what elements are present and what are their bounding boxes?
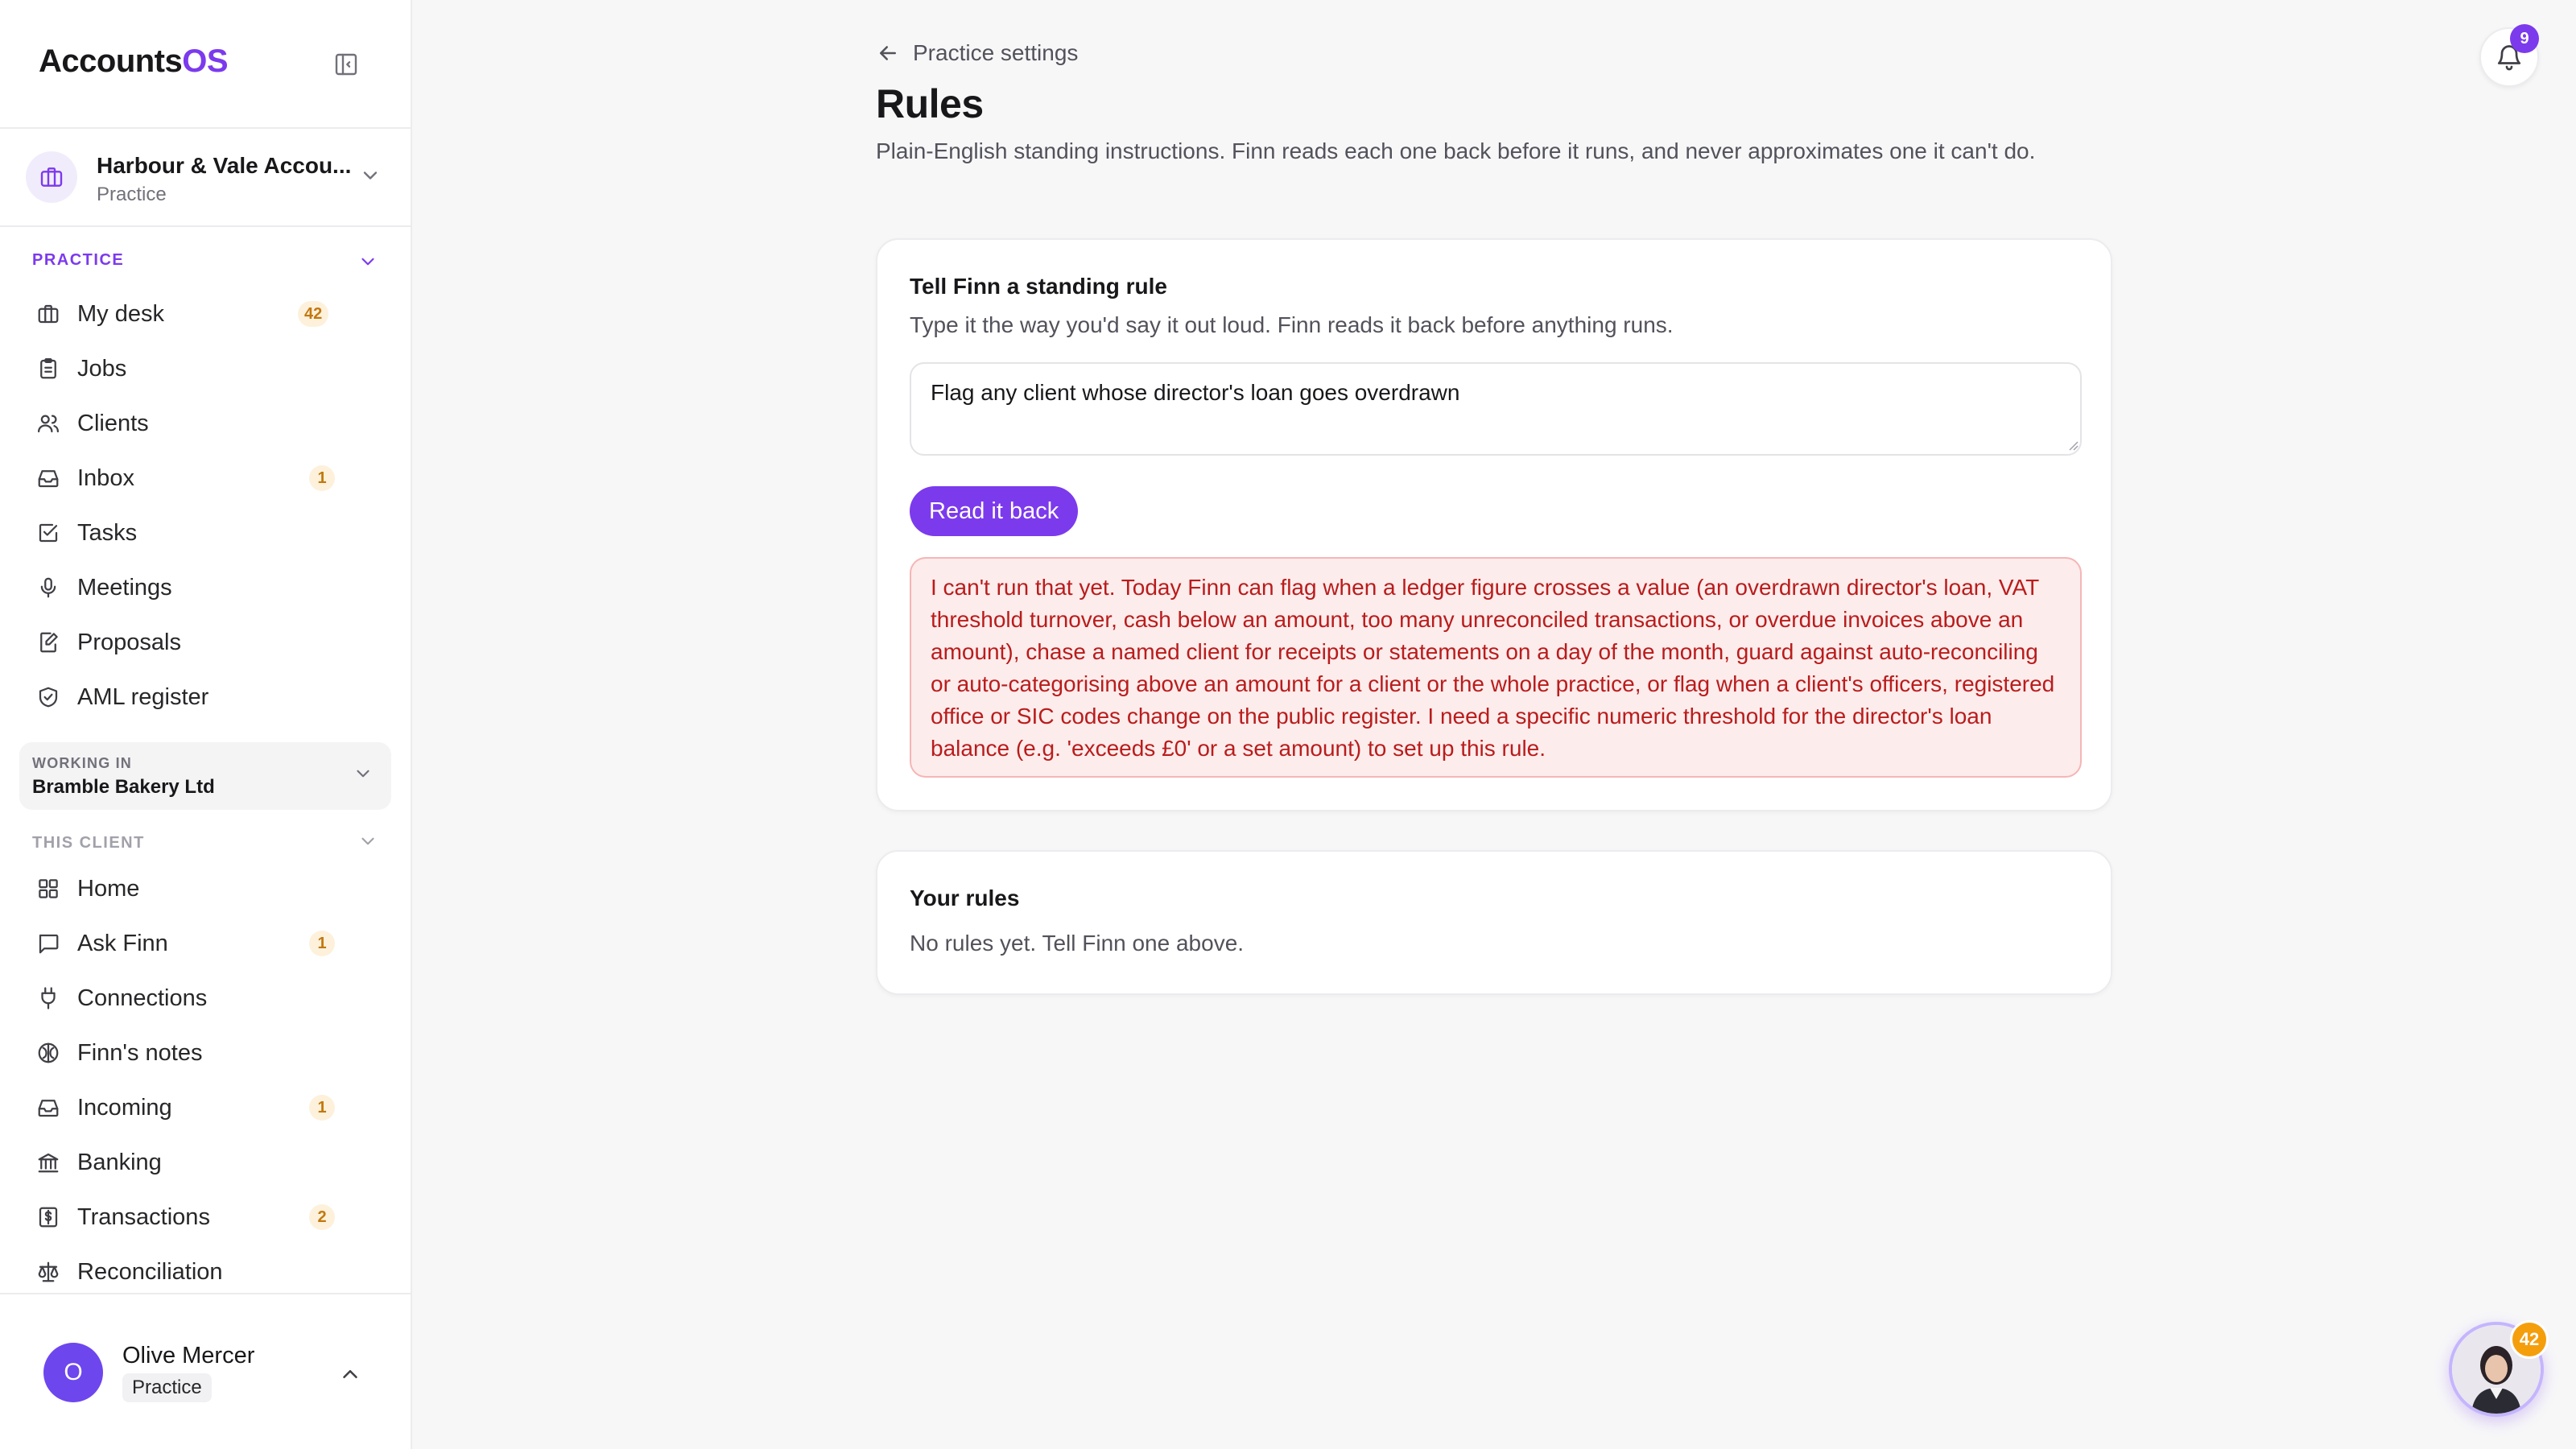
sidebar-item-label: My desk [77, 301, 164, 327]
plug-icon [35, 985, 61, 1011]
brand-name: Accounts [39, 43, 183, 79]
inbox-icon [35, 465, 61, 491]
briefcase-icon [35, 301, 61, 327]
chevron-down-icon [363, 171, 378, 180]
count-badge: 1 [309, 931, 335, 956]
page-description: Plain-English standing instructions. Fin… [876, 138, 2036, 163]
sidebar-item-label: Tasks [77, 520, 138, 546]
back-to-practice-settings-link[interactable]: Practice settings [876, 40, 1078, 66]
sidebar-item-aml-register[interactable]: AML register [19, 671, 390, 723]
sidebar-item-label: Banking [77, 1150, 162, 1175]
shield-check-icon [35, 684, 61, 710]
sidebar-item-label: Proposals [77, 630, 181, 655]
assistant-count-badge: 42 [2510, 1320, 2549, 1359]
sidebar-item-inbox[interactable]: Inbox 1 [19, 452, 390, 504]
edit-document-icon [35, 630, 61, 655]
sidebar-item-label: Meetings [77, 575, 172, 601]
sidebar-item-clients[interactable]: Clients [19, 398, 390, 449]
sidebar-item-label: Clients [77, 411, 149, 436]
sidebar-item-jobs[interactable]: Jobs [19, 343, 390, 394]
sidebar-item-label: Transactions [77, 1204, 210, 1230]
practice-name: Harbour & Vale Accou... [97, 153, 352, 178]
section-this-client-heading: THIS CLIENT [32, 834, 145, 852]
rule-input[interactable]: Flag any client whose director's loan go… [910, 362, 2082, 456]
your-rules-card: Your rules No rules yet. Tell Finn one a… [876, 850, 2112, 995]
working-in-client-selector[interactable]: WORKING IN Bramble Bakery Ltd [19, 742, 391, 810]
bank-icon [35, 1150, 61, 1175]
standing-rule-card: Tell Finn a standing rule Type it the wa… [876, 238, 2112, 811]
sidebar-item-label: Incoming [77, 1095, 172, 1121]
sidebar-item-proposals[interactable]: Proposals [19, 617, 390, 668]
sidebar-item-meetings[interactable]: Meetings [19, 562, 390, 613]
brand-row: AccountsOS [0, 0, 411, 129]
section-practice-heading: PRACTICE [32, 251, 125, 269]
chevron-up-icon [343, 1370, 357, 1378]
user-account-menu[interactable]: O Olive Mercer Practice [0, 1293, 411, 1449]
brand-suffix: OS [182, 43, 229, 79]
sidebar-item-banking[interactable]: Banking [19, 1137, 390, 1188]
practice-switcher[interactable]: Harbour & Vale Accou... Practice [0, 130, 411, 227]
card-subtitle: Type it the way you'd say it out loud. F… [910, 312, 1674, 337]
grid-icon [35, 876, 61, 902]
receipt-icon [35, 1204, 61, 1230]
sidebar-item-label: AML register [77, 684, 209, 710]
scale-icon [35, 1259, 61, 1285]
back-link-label: Practice settings [913, 40, 1079, 65]
count-badge: 1 [309, 465, 335, 491]
sidebar-toggle-icon [335, 53, 357, 76]
card-title: Tell Finn a standing rule [910, 274, 1167, 299]
read-it-back-button[interactable]: Read it back [910, 486, 1079, 536]
user-name: Olive Mercer [122, 1343, 255, 1368]
sidebar-item-connections[interactable]: Connections [19, 972, 390, 1024]
notification-count-badge: 9 [2510, 24, 2539, 53]
count-badge: 1 [309, 1095, 335, 1121]
sidebar-item-label: Finn's notes [77, 1040, 203, 1066]
card-title: Your rules [910, 886, 1020, 910]
sidebar: AccountsOS Harbour & Vale Accou... Pract… [0, 0, 412, 1449]
resize-handle-icon[interactable] [2067, 440, 2079, 451]
chat-icon [35, 931, 61, 956]
chevron-down-icon [357, 770, 369, 778]
sidebar-item-reconciliation[interactable]: Reconciliation [19, 1246, 390, 1298]
sidebar-collapse-button[interactable] [328, 47, 364, 82]
sidebar-item-label: Jobs [77, 356, 127, 382]
brain-icon [35, 1040, 61, 1066]
sidebar-item-ask-finn[interactable]: Ask Finn 1 [19, 918, 390, 969]
avatar: O [43, 1343, 103, 1402]
empty-state-text: No rules yet. Tell Finn one above. [910, 931, 1245, 956]
sidebar-item-label: Inbox [77, 465, 134, 491]
sidebar-item-transactions[interactable]: Transactions 2 [19, 1191, 390, 1243]
count-badge: 42 [298, 301, 329, 327]
page-title: Rules [876, 81, 984, 126]
sidebar-item-incoming[interactable]: Incoming 1 [19, 1082, 390, 1133]
users-icon [35, 411, 61, 436]
inbox-icon [35, 1095, 61, 1121]
chevron-down-icon[interactable] [357, 251, 378, 272]
working-in-client-name: Bramble Bakery Ltd [32, 776, 215, 798]
chevron-down-icon[interactable] [357, 831, 378, 852]
practice-icon [26, 151, 77, 203]
sidebar-item-finns-notes[interactable]: Finn's notes [19, 1027, 390, 1079]
checkbox-icon [35, 520, 61, 546]
microphone-icon [35, 575, 61, 601]
sidebar-item-label: Connections [77, 985, 208, 1011]
building-briefcase-icon [40, 167, 63, 187]
sidebar-item-home[interactable]: Home [19, 863, 390, 914]
arrow-left-icon [880, 46, 896, 60]
sidebar-item-label: Home [77, 876, 140, 902]
sidebar-item-label: Reconciliation [77, 1259, 223, 1285]
sidebar-item-my-desk[interactable]: My desk 42 [19, 288, 390, 340]
user-role-badge: Practice [122, 1373, 212, 1402]
practice-subtitle: Practice [97, 184, 167, 205]
working-in-label: WORKING IN [32, 755, 132, 771]
sidebar-item-label: Ask Finn [77, 931, 168, 956]
rule-error-message: I can't run that yet. Today Finn can fla… [910, 557, 2082, 778]
clipboard-icon [35, 356, 61, 382]
sidebar-item-tasks[interactable]: Tasks [19, 507, 390, 559]
brand-logo[interactable]: AccountsOS [39, 43, 229, 80]
count-badge: 2 [309, 1204, 335, 1230]
